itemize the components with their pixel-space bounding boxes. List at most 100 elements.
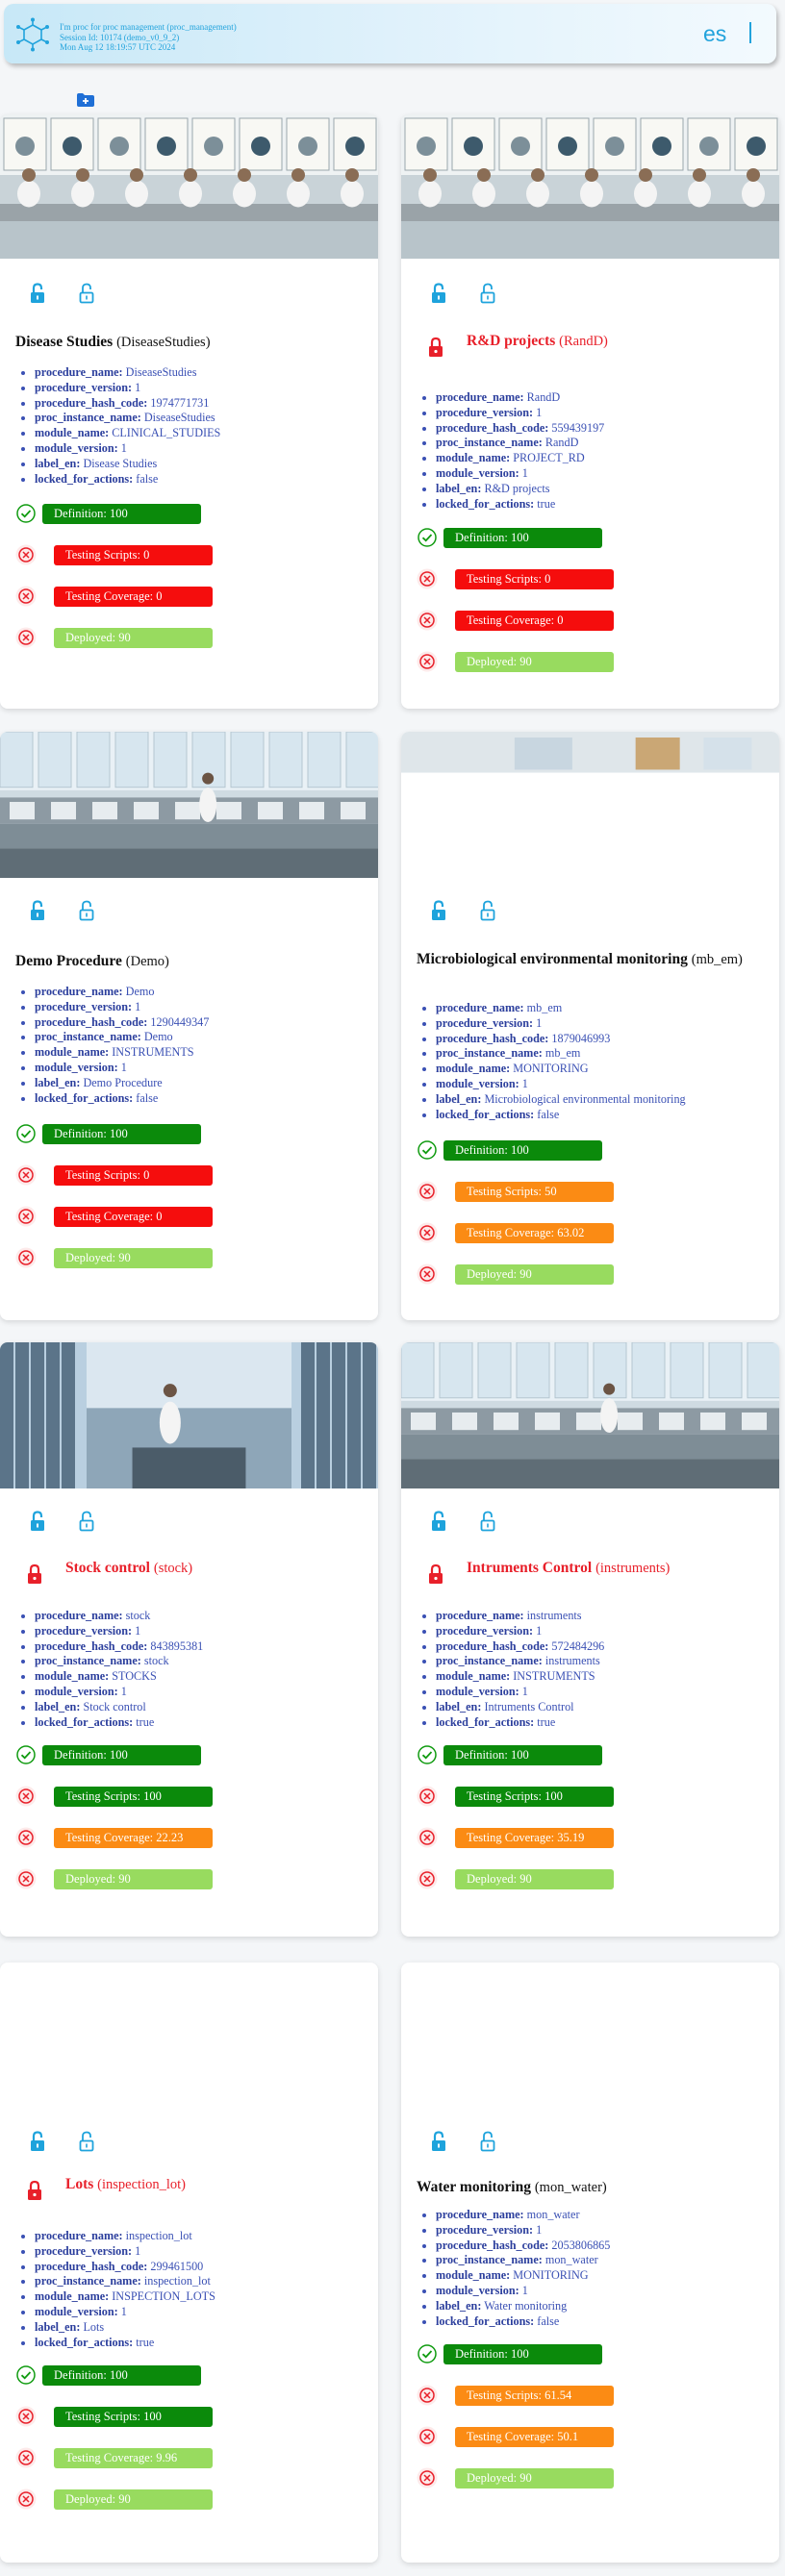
lock-button[interactable] xyxy=(429,2130,448,2153)
procedure-card[interactable]: Demo Procedure (Demo) procedure_name: De… xyxy=(0,732,378,1320)
property-label: label_en: xyxy=(35,2319,81,2334)
status-badge[interactable]: Testing Coverage: 0 xyxy=(54,1207,213,1227)
property-label: label_en: xyxy=(35,456,81,470)
status-badge[interactable]: Testing Coverage: 50.1 xyxy=(455,2427,614,2447)
property-value: 1 xyxy=(120,2304,127,2318)
property-value: false xyxy=(136,1090,159,1105)
status-badge[interactable]: Deployed: 90 xyxy=(455,652,614,672)
property-item: label_en: Intruments Control xyxy=(436,1700,604,1715)
status-badge[interactable]: Definition: 100 xyxy=(42,1124,201,1144)
status-badge[interactable]: Testing Scripts: 100 xyxy=(455,1787,614,1807)
status-badge[interactable]: Testing Coverage: 0 xyxy=(455,611,614,631)
status-row: Deployed: 90 xyxy=(15,1866,227,1891)
status-badge[interactable]: Testing Coverage: 0 xyxy=(54,587,213,607)
unlock-button[interactable] xyxy=(77,282,96,305)
property-label: procedure_version: xyxy=(35,380,133,394)
property-item: locked_for_actions: false xyxy=(436,1108,686,1123)
lock-button[interactable] xyxy=(28,2130,47,2153)
status-badge[interactable]: Testing Scripts: 0 xyxy=(455,569,614,589)
property-item: module_version: 1 xyxy=(35,2305,215,2320)
status-badge[interactable]: Testing Scripts: 61.54 xyxy=(455,2386,614,2406)
unlock-button[interactable] xyxy=(478,2130,497,2153)
status-badge[interactable]: Deployed: 90 xyxy=(455,2468,614,2488)
unlock-button[interactable] xyxy=(478,1510,497,1533)
status-badge[interactable]: Definition: 100 xyxy=(443,528,602,548)
procedure-card[interactable]: Stock control (stock) procedure_name: st… xyxy=(0,1342,378,1937)
x-circle-icon xyxy=(417,1868,438,1889)
status-row: Definition: 100 xyxy=(417,2341,628,2366)
property-item: proc_instance_name: instruments xyxy=(436,1654,604,1669)
lock-button[interactable] xyxy=(28,1510,47,1533)
x-circle-icon xyxy=(417,568,438,589)
status-badge[interactable]: Definition: 100 xyxy=(42,2365,201,2386)
property-label: procedure_hash_code: xyxy=(436,420,549,435)
status-badge[interactable]: Testing Scripts: 50 xyxy=(455,1182,614,1202)
procedure-code: (RandD) xyxy=(559,334,608,349)
procedure-card[interactable]: Intruments Control (instruments) procedu… xyxy=(401,1342,779,1937)
status-badge[interactable]: Testing Coverage: 22.23 xyxy=(54,1828,213,1848)
status-badge[interactable]: Deployed: 90 xyxy=(455,1869,614,1889)
status-badge[interactable]: Deployed: 90 xyxy=(54,628,213,648)
status-badge[interactable]: Definition: 100 xyxy=(42,504,201,524)
lock-button[interactable] xyxy=(28,899,47,922)
status-badge[interactable]: Definition: 100 xyxy=(443,2344,602,2364)
status-badge[interactable]: Deployed: 90 xyxy=(455,1264,614,1285)
language-toggle[interactable]: es xyxy=(703,21,726,47)
status-row: Deployed: 90 xyxy=(417,649,628,674)
property-item: module_name: INSTRUMENTS xyxy=(35,1045,209,1061)
property-label: module_name: xyxy=(436,451,511,465)
unlock-button[interactable] xyxy=(77,899,96,922)
property-item: module_name: CLINICAL_STUDIES xyxy=(35,426,220,441)
status-badge[interactable]: Deployed: 90 xyxy=(54,1248,213,1268)
procedure-image xyxy=(401,732,779,878)
x-circle-icon xyxy=(15,1206,37,1227)
procedure-card[interactable]: Lots (inspection_lot) procedure_name: in… xyxy=(0,1963,378,2563)
status-badge[interactable]: Testing Scripts: 100 xyxy=(54,1787,213,1807)
procedure-card[interactable]: Water monitoring (mon_water) procedure_n… xyxy=(401,1963,779,2563)
property-label: module_version: xyxy=(35,1060,118,1074)
unlock-button[interactable] xyxy=(478,282,497,305)
property-label: procedure_hash_code: xyxy=(436,1031,549,1045)
unlock-button[interactable] xyxy=(77,1510,96,1533)
property-label: locked_for_actions: xyxy=(436,2313,535,2328)
property-value: 1 xyxy=(120,1060,127,1074)
property-label: procedure_hash_code: xyxy=(35,395,148,410)
property-value: mon_water xyxy=(526,2208,580,2221)
add-procedure-button[interactable] xyxy=(76,92,95,108)
property-value: mon_water xyxy=(544,2253,598,2267)
property-label: locked_for_actions: xyxy=(35,471,134,486)
property-value: PROJECT_RD xyxy=(513,451,585,465)
status-row: Testing Scripts: 61.54 xyxy=(417,2383,628,2408)
property-item: locked_for_actions: true xyxy=(35,2336,215,2351)
property-value: STOCKS xyxy=(112,1669,157,1684)
lock-button[interactable] xyxy=(429,282,448,305)
status-badge[interactable]: Deployed: 90 xyxy=(54,2489,213,2510)
status-badge[interactable]: Testing Coverage: 9.96 xyxy=(54,2448,213,2468)
status-badge[interactable]: Definition: 100 xyxy=(42,1745,201,1765)
procedure-card[interactable]: R&D projects (RandD) procedure_name: Ran… xyxy=(401,114,779,709)
status-badge[interactable]: Deployed: 90 xyxy=(54,1869,213,1889)
property-value: 1 xyxy=(120,440,127,455)
x-circle-icon xyxy=(15,1247,37,1268)
property-item: module_name: MONITORING xyxy=(436,1062,686,1077)
property-value: 1290449347 xyxy=(150,1014,210,1029)
property-label: locked_for_actions: xyxy=(436,496,535,511)
status-badge[interactable]: Testing Coverage: 63.02 xyxy=(455,1223,614,1243)
unlock-button[interactable] xyxy=(478,899,497,922)
status-badge[interactable]: Definition: 100 xyxy=(443,1745,602,1765)
status-badge[interactable]: Testing Scripts: 0 xyxy=(54,545,213,565)
property-label: locked_for_actions: xyxy=(35,1090,134,1105)
status-badge[interactable]: Testing Scripts: 100 xyxy=(54,2407,213,2427)
unlock-button[interactable] xyxy=(77,2130,96,2153)
lock-button[interactable] xyxy=(429,1510,448,1533)
status-badge[interactable]: Testing Scripts: 0 xyxy=(54,1165,213,1186)
lock-button[interactable] xyxy=(28,282,47,305)
property-value: true xyxy=(537,496,556,511)
property-value: true xyxy=(537,1714,556,1729)
lock-button[interactable] xyxy=(429,899,448,922)
procedure-card[interactable]: Disease Studies (DiseaseStudies) procedu… xyxy=(0,114,378,709)
property-value: 1 xyxy=(521,2283,528,2297)
status-badge[interactable]: Definition: 100 xyxy=(443,1140,602,1161)
procedure-card[interactable]: Microbiological environmental monitoring… xyxy=(401,732,779,1320)
status-badge[interactable]: Testing Coverage: 35.19 xyxy=(455,1828,614,1848)
